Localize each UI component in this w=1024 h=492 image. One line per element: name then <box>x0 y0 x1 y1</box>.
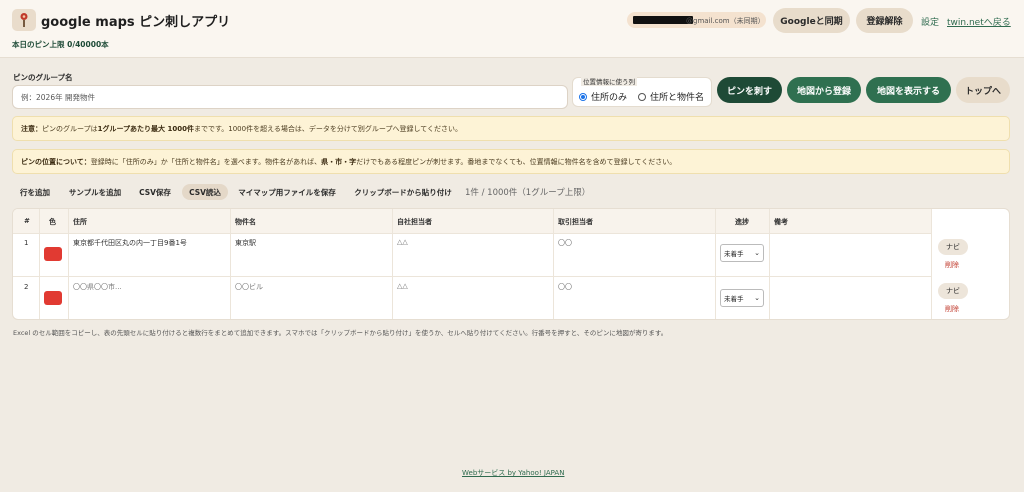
caution-text-2: までです。1000件を超える場合は、データを分けて別グループへ登録してください。 <box>193 124 463 133</box>
position-bold: 県・市・字 <box>321 157 357 166</box>
caution-bold: 1グループあたり最大 1000件 <box>97 124 194 133</box>
own-rep-cell[interactable]: △△ <box>397 238 408 246</box>
property-cell[interactable]: 〇〇ビル <box>235 282 263 292</box>
caution-notice: 注意： ピンのグループは 1グループあたり最大 1000件 までです。1000件… <box>12 116 1010 141</box>
position-label: ピンの位置について： <box>21 157 91 166</box>
column-divider <box>769 209 770 319</box>
pin-color-swatch[interactable] <box>44 291 62 305</box>
app-header: google maps ピン刺しアプリ 本日のピン上限 0/40000本 @gm… <box>0 0 1024 58</box>
status-value: 未着手 <box>724 250 744 258</box>
add-sample-button[interactable]: サンプルを追加 <box>62 184 128 200</box>
group-name-input[interactable] <box>12 85 568 109</box>
col-header-status: 進捗 <box>735 218 749 226</box>
google-sync-button[interactable]: Googleと同期 <box>773 8 850 33</box>
show-map-button[interactable]: 地図を表示する <box>866 77 951 103</box>
address-cell[interactable]: 東京都千代田区丸の内一丁目9番1号 <box>73 238 187 248</box>
app-title: google maps ピン刺しアプリ <box>41 15 231 30</box>
location-column-title: 位置情報に使う列 <box>581 76 637 86</box>
partner-rep-cell[interactable]: 〇〇 <box>558 238 572 248</box>
footer-credit-link[interactable]: Webサービス by Yahoo! JAPAN <box>462 468 564 478</box>
column-divider <box>230 209 231 319</box>
caution-label: 注意： <box>21 124 42 133</box>
csv-save-button[interactable]: CSV保存 <box>133 184 177 200</box>
email-suffix: @gmail.com（未同期） <box>686 17 765 25</box>
own-rep-cell[interactable]: △△ <box>397 282 408 290</box>
col-header-address: 住所 <box>73 218 87 226</box>
table-header <box>13 209 931 233</box>
col-header-property: 物件名 <box>235 218 256 226</box>
register-from-map-button[interactable]: 地図から登録 <box>787 77 861 103</box>
pin-limit-text: 本日のピン上限 0/40000本 <box>12 40 109 49</box>
column-divider <box>715 209 716 319</box>
status-value: 未着手 <box>724 295 744 303</box>
save-mymap-file-button[interactable]: マイマップ用ファイルを保存 <box>232 184 342 200</box>
paste-clipboard-button[interactable]: クリップボードから貼り付け <box>348 184 458 200</box>
add-row-button[interactable]: 行を追加 <box>13 184 57 200</box>
delete-link[interactable]: 削除 <box>945 260 959 270</box>
position-text-2: だけでもある程度ピンが刺せます。番地までなくても、位置情報に物件名を含めて登録し… <box>356 157 677 166</box>
row-divider <box>13 233 931 234</box>
navi-button[interactable]: ナビ <box>938 239 968 255</box>
col-header-note: 備考 <box>774 218 788 226</box>
pin-icon <box>20 13 28 27</box>
user-account-chip[interactable]: @gmail.com（未同期） <box>627 12 766 28</box>
radio-address-and-name[interactable]: 住所と物件名 <box>638 90 704 103</box>
radio-unselected-icon <box>638 92 646 101</box>
top-button[interactable]: トップへ <box>956 77 1010 103</box>
redacted-email <box>633 16 693 24</box>
radio-address-and-name-label: 住所と物件名 <box>650 93 705 103</box>
group-name-label: ピンのグループ名 <box>13 73 73 82</box>
row-number[interactable]: 1 <box>24 239 28 247</box>
pin-button[interactable]: ピンを刺す <box>717 77 782 103</box>
paste-help-text: Excel のセル範囲をコピーし、表の先頭セルに貼り付けると複数行をまとめて追加… <box>13 329 668 337</box>
status-select[interactable]: 未着手 ⌄ <box>720 289 764 307</box>
address-cell[interactable]: 〇〇県〇〇市... <box>73 282 122 292</box>
navi-button[interactable]: ナビ <box>938 283 968 299</box>
settings-link[interactable]: 設定 <box>921 15 939 28</box>
radio-address-only[interactable]: 住所のみ <box>579 90 627 103</box>
chevron-down-icon: ⌄ <box>754 294 760 302</box>
app-logo <box>12 9 36 31</box>
unlink-button[interactable]: 登録解除 <box>856 8 913 33</box>
column-divider <box>68 209 69 319</box>
status-select[interactable]: 未着手 ⌄ <box>720 244 764 262</box>
csv-load-button[interactable]: CSV読込 <box>182 184 228 200</box>
position-notice: ピンの位置について： 登録時に「住所のみ」か「住所と物件名」を選べます。物件名が… <box>12 149 1010 174</box>
partner-rep-cell[interactable]: 〇〇 <box>558 282 572 292</box>
property-cell[interactable]: 東京駅 <box>235 238 256 248</box>
chevron-down-icon: ⌄ <box>754 249 760 257</box>
caution-text-1: ピンのグループは <box>42 124 98 133</box>
row-divider <box>13 276 931 277</box>
pin-color-swatch[interactable] <box>44 247 62 261</box>
column-divider <box>39 209 40 319</box>
col-header-color: 色 <box>49 218 56 226</box>
col-header-own-rep: 自社担当者 <box>397 218 432 226</box>
radio-selected-icon <box>579 92 587 101</box>
position-text-1: 登録時に「住所のみ」か「住所と物件名」を選べます。物件名があれば、 <box>90 157 322 166</box>
location-column-selector: 位置情報に使う列 住所のみ 住所と物件名 <box>572 76 712 107</box>
back-to-twin-link[interactable]: twin.netへ戻る <box>947 15 1011 28</box>
delete-link[interactable]: 削除 <box>945 304 959 314</box>
pin-table: # 色 住所 物件名 自社担当者 取引担当者 進捗 備考 1 東京都千代田区丸の… <box>12 208 1010 320</box>
column-divider <box>931 209 932 319</box>
column-divider <box>553 209 554 319</box>
col-header-partner-rep: 取引担当者 <box>558 218 593 226</box>
radio-address-only-label: 住所のみ <box>591 93 628 103</box>
row-number[interactable]: 2 <box>24 283 28 291</box>
column-divider <box>392 209 393 319</box>
row-count: 1件 / 1000件（1グループ上限） <box>465 188 591 198</box>
col-header-num: # <box>24 217 30 225</box>
